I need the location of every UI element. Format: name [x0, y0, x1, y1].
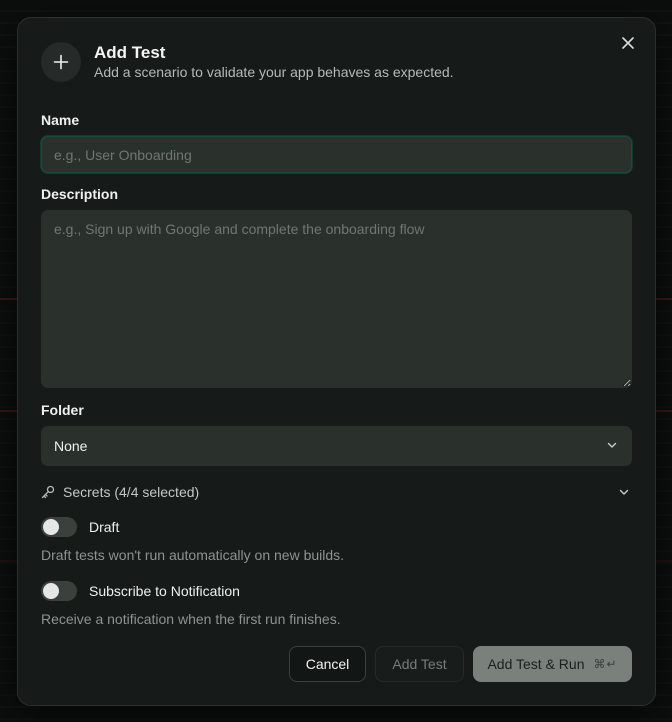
chevron-down-icon — [619, 489, 629, 495]
subscribe-row: Subscribe to Notification — [41, 581, 240, 601]
draft-toggle[interactable] — [41, 517, 77, 537]
close-button[interactable] — [619, 34, 637, 52]
subscribe-toggle[interactable] — [41, 581, 77, 601]
plus-icon — [53, 54, 69, 70]
folder-selected-value: None — [54, 438, 88, 454]
draft-row: Draft — [41, 517, 119, 537]
draft-helper-text: Draft tests won't run automatically on n… — [41, 547, 345, 563]
add-test-button[interactable]: Add Test — [375, 646, 464, 682]
secrets-toggle[interactable]: Secrets (4/4 selected) — [41, 481, 632, 503]
dialog-subtitle: Add a scenario to validate your app beha… — [94, 64, 454, 80]
description-label: Description — [41, 186, 119, 202]
add-run-label: Add Test & Run — [487, 656, 585, 672]
name-label: Name — [41, 112, 80, 128]
cancel-button[interactable]: Cancel — [289, 646, 366, 682]
chevron-down-icon — [607, 442, 617, 448]
folder-select[interactable]: None — [41, 426, 632, 466]
name-input[interactable] — [41, 136, 632, 173]
subscribe-helper-text: Receive a notification when the first ru… — [41, 611, 341, 627]
toggle-knob — [43, 519, 59, 535]
add-test-dialog: Add Test Add a scenario to validate your… — [17, 17, 656, 706]
header-icon-badge — [41, 42, 81, 82]
folder-label: Folder — [41, 402, 84, 418]
add-test-and-run-button[interactable]: Add Test & Run ⌘↵ — [473, 646, 632, 682]
secrets-label: Secrets (4/4 selected) — [63, 484, 200, 500]
dialog-header: Add Test Add a scenario to validate your… — [41, 42, 454, 82]
draft-label: Draft — [89, 519, 120, 535]
description-textarea[interactable] — [41, 210, 632, 388]
add-test-label: Add Test — [392, 656, 447, 672]
keyboard-shortcut: ⌘↵ — [593, 657, 618, 671]
key-icon — [41, 485, 55, 499]
close-icon — [622, 37, 634, 49]
dialog-title: Add Test — [94, 43, 166, 62]
subscribe-label: Subscribe to Notification — [89, 583, 240, 599]
toggle-knob — [43, 583, 59, 599]
